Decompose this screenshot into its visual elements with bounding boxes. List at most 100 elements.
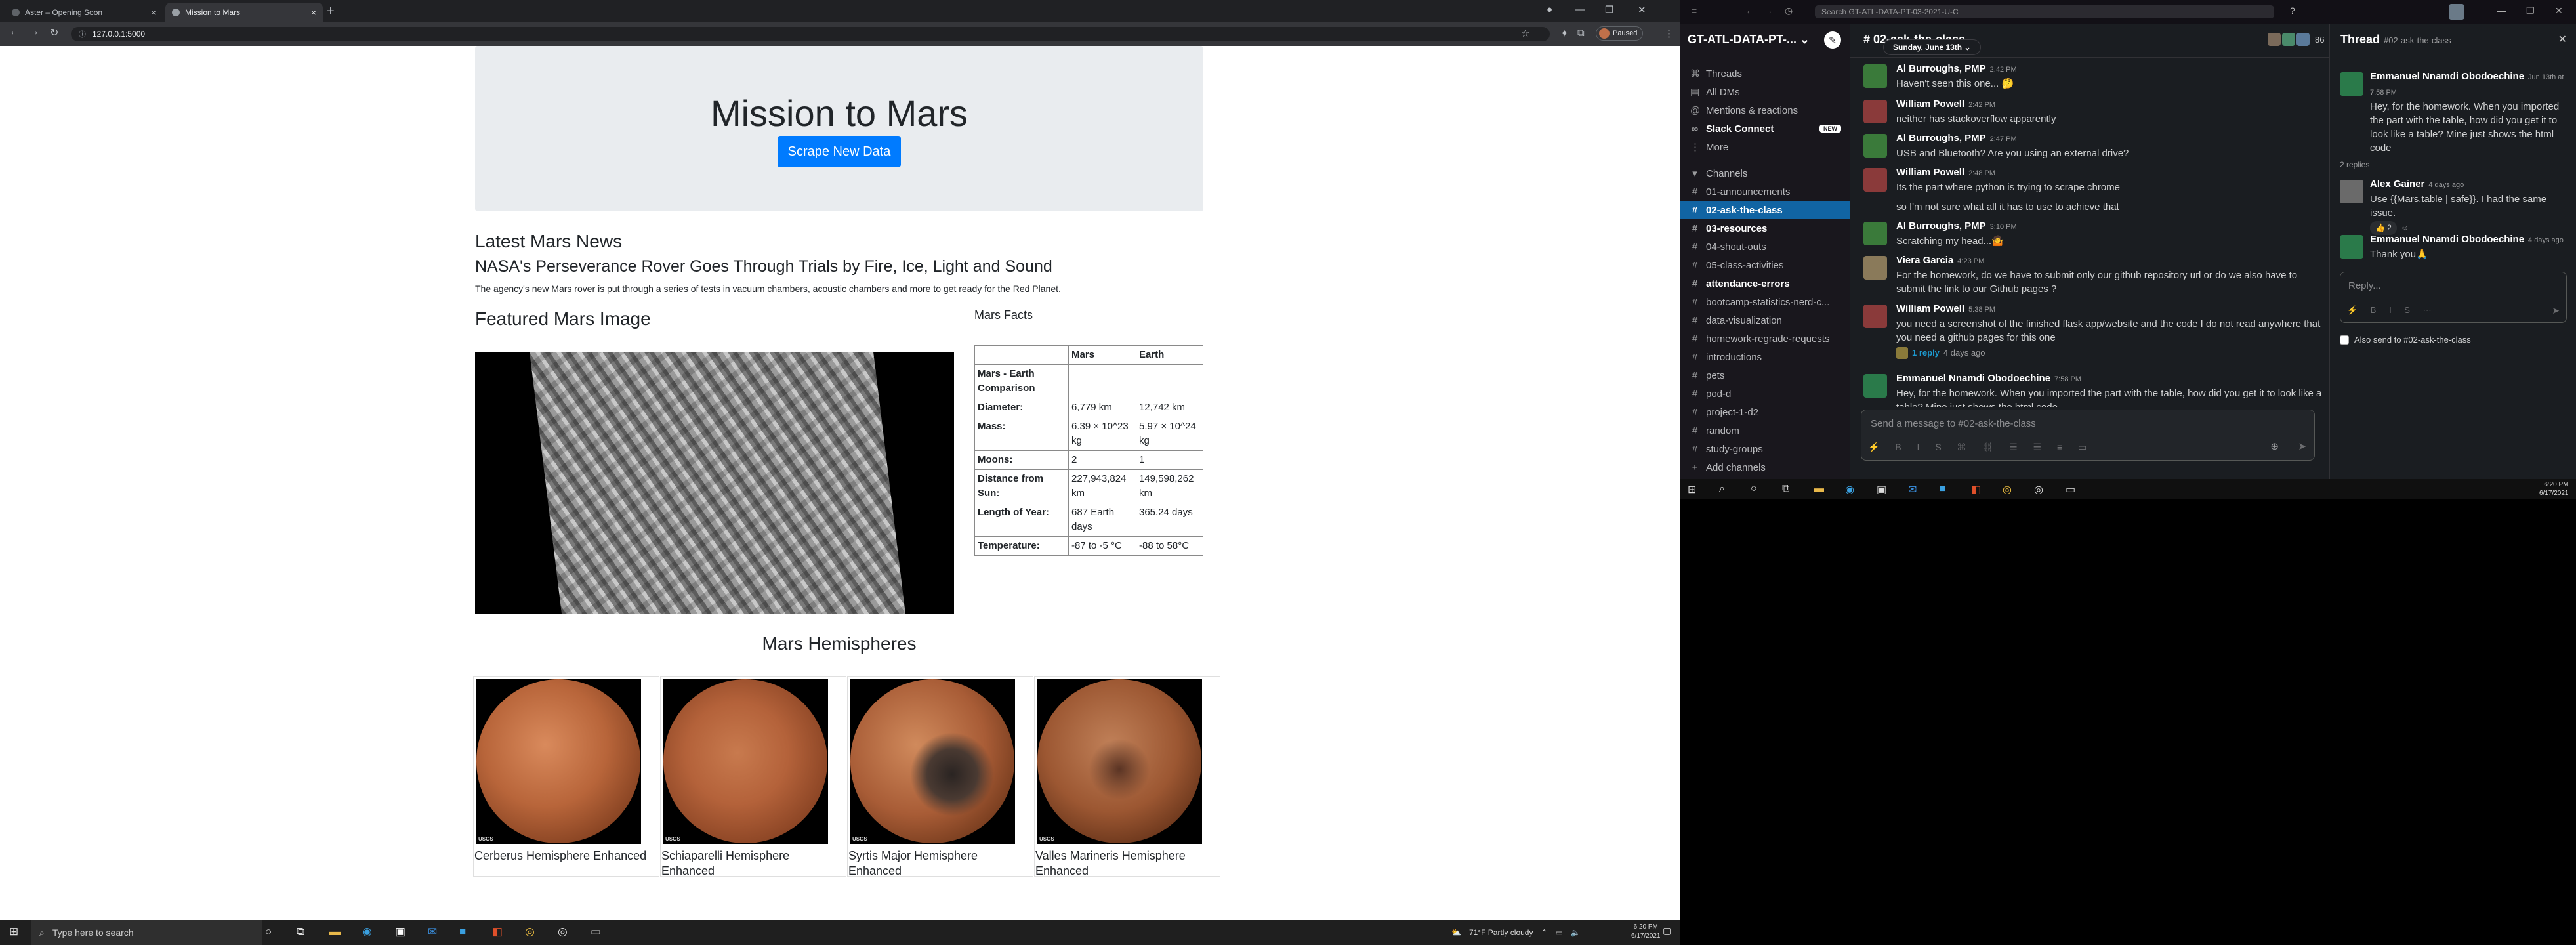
notification-icon[interactable]: ▢ xyxy=(1663,925,1671,936)
message-time[interactable]: 3:10 PM xyxy=(1990,223,2017,231)
message-author[interactable]: Al Burroughs, PMP xyxy=(1896,133,1986,144)
also-send-checkbox[interactable] xyxy=(2340,335,2349,345)
info-icon[interactable]: ⓘ xyxy=(79,29,86,39)
sidebar-item-slack-connect[interactable]: ∞ Slack Connect NEW xyxy=(1680,119,1850,138)
tray-chevron-icon[interactable]: ⌃ xyxy=(1541,928,1547,937)
close-icon[interactable]: ✕ xyxy=(2558,33,2567,46)
message[interactable]: Al Burroughs, PMP 2:42 PM Haven't seen thi… xyxy=(1850,62,2333,91)
sidebar-item-channel[interactable]: # bootcamp-statistics-nerd-c... xyxy=(1680,293,1850,311)
scrape-button[interactable]: Scrape New Data xyxy=(778,136,901,167)
avatar[interactable] xyxy=(1863,168,1887,192)
edge-icon[interactable]: ◉ xyxy=(362,925,372,938)
also-send-option[interactable]: Also send to #02-ask-the-class xyxy=(2340,335,2471,345)
message[interactable]: Viera Garcia 4:23 PM For the homework, do … xyxy=(1850,253,2333,295)
terminal-icon[interactable]: ▭ xyxy=(2066,483,2075,496)
chrome-icon[interactable]: ◎ xyxy=(525,925,535,938)
chrome-icon[interactable]: ◎ xyxy=(2003,483,2012,496)
chrome-profile-icon[interactable]: ◎ xyxy=(558,925,568,938)
taskbar-clock[interactable]: 6:20 PM 6/17/2021 xyxy=(1631,923,1661,941)
address-bar[interactable]: ⓘ 127.0.0.1:5000 xyxy=(71,27,1550,41)
avatar[interactable] xyxy=(1863,304,1887,328)
downloads-icon[interactable]: ● xyxy=(1547,4,1552,15)
thread-reply[interactable]: Emmanuel Nnamdi Obodoechine 4 days ago Tha… xyxy=(2340,232,2569,264)
avatar[interactable] xyxy=(1863,100,1887,123)
reload-icon[interactable]: ↻ xyxy=(50,26,58,39)
file-explorer-icon[interactable]: ▬ xyxy=(1814,483,1824,495)
sidebar-item-channel[interactable]: # pets xyxy=(1680,366,1850,385)
send-icon[interactable]: ➤ xyxy=(2552,305,2560,316)
network-icon[interactable]: ▭ xyxy=(1556,928,1563,937)
message-author[interactable]: Al Burroughs, PMP xyxy=(1896,220,1986,232)
thread-parent-message[interactable]: Emmanuel Nnamdi Obodoechine Jun 13th at 7… xyxy=(2340,70,2569,156)
sidebar-item-threads[interactable]: ⌘ Threads xyxy=(1680,64,1850,83)
office-icon[interactable]: ◧ xyxy=(1971,483,1981,496)
sidebar-item-channel[interactable]: # attendance-errors xyxy=(1680,274,1850,293)
back-icon[interactable]: ← xyxy=(9,26,20,38)
thread-channel[interactable]: #02-ask-the-class xyxy=(2384,35,2451,45)
tab-aster[interactable]: Aster – Opening Soon × xyxy=(5,3,163,22)
edge-icon[interactable]: ◉ xyxy=(1845,483,1854,496)
secondary-clock[interactable]: 6:20 PM 6/17/2021 xyxy=(2539,480,2569,497)
app-icon[interactable]: ■ xyxy=(1940,483,1946,495)
sidebar-item-channel[interactable]: #03-resources xyxy=(1680,219,1850,238)
avatar[interactable] xyxy=(1863,64,1887,88)
store-icon[interactable]: ▣ xyxy=(395,925,405,938)
start-icon[interactable]: ⊞ xyxy=(1688,483,1696,496)
terminal-icon[interactable]: ▭ xyxy=(591,925,601,938)
hemisphere-image[interactable]: USGS xyxy=(476,679,641,844)
tab-mission-to-mars[interactable]: Mission to Mars × xyxy=(165,3,323,22)
message[interactable]: William Powell 5:38 PM you need a screensh… xyxy=(1850,302,2333,362)
message[interactable]: Al Burroughs, PMP 3:10 PM Scratching my he… xyxy=(1850,219,2333,248)
formatting-toolbar[interactable]: ⚡ B I S ⋯ xyxy=(2347,305,2437,316)
message-composer[interactable]: Send a message to #02-ask-the-class ⚡ B … xyxy=(1861,410,2315,461)
message[interactable]: William Powell 2:48 PM Its the part where … xyxy=(1850,165,2333,213)
close-tab-icon[interactable]: × xyxy=(311,7,316,18)
message-author[interactable]: William Powell xyxy=(1896,167,1964,178)
message-time[interactable]: 2:48 PM xyxy=(1968,169,1995,177)
sidebar-item-channel[interactable]: # data-visualization xyxy=(1680,311,1850,329)
extensions-puzzle-icon[interactable]: ⧉ xyxy=(1577,28,1585,39)
taskbar-search[interactable]: ⌕ Type here to search xyxy=(31,920,262,945)
hemisphere-image[interactable]: USGS xyxy=(663,679,828,844)
member-list-button[interactable]: 86 xyxy=(2268,33,2324,46)
forward-icon[interactable]: → xyxy=(1764,5,1773,16)
message-time[interactable]: 2:42 PM xyxy=(1968,101,1995,109)
add-channels-button[interactable]: + Add channels xyxy=(1680,458,1850,476)
office-icon[interactable]: ◧ xyxy=(492,925,503,938)
chrome-profile-icon[interactable]: ◎ xyxy=(2034,483,2043,496)
avatar[interactable] xyxy=(1863,222,1887,245)
message-time[interactable]: 2:42 PM xyxy=(1990,66,2017,74)
date-divider[interactable]: Sunday, June 13th ⌄ xyxy=(1883,39,1981,55)
thread-reply-composer[interactable]: Reply... ⚡ B I S ⋯ ➤ xyxy=(2340,272,2567,323)
workspace-name[interactable]: GT-ATL-DATA-PT-... ⌄ xyxy=(1688,33,1810,47)
sidebar-item-channel[interactable]: #01-announcements xyxy=(1680,182,1850,201)
restore-icon[interactable]: ❐ xyxy=(2526,5,2535,16)
message-time[interactable]: 2:47 PM xyxy=(1990,135,2017,143)
back-icon[interactable]: ← xyxy=(1745,5,1755,16)
hemisphere-image[interactable]: USGS xyxy=(850,679,1015,844)
avatar[interactable] xyxy=(2340,72,2363,96)
sidebar-item-channel-selected[interactable]: #02-ask-the-class xyxy=(1680,201,1850,219)
cortana-icon[interactable]: ○ xyxy=(265,925,272,938)
compose-icon[interactable]: ✎ xyxy=(1824,32,1841,49)
message[interactable]: Al Burroughs, PMP 2:47 PM USB and Bluetoot… xyxy=(1850,131,2333,160)
new-tab-icon[interactable]: + xyxy=(327,4,335,19)
sidebar-item-all-dms[interactable]: ▤ All DMs xyxy=(1680,83,1850,101)
sidebar-item-channel[interactable]: #05-class-activities xyxy=(1680,256,1850,274)
thread-replies-link[interactable]: 1 reply 4 days ago xyxy=(1896,346,2323,360)
history-icon[interactable]: ◷ xyxy=(1785,5,1793,16)
bookmark-star-icon[interactable]: ☆ xyxy=(1521,28,1529,39)
minimize-icon[interactable]: — xyxy=(1575,4,1585,15)
forward-icon[interactable]: → xyxy=(29,26,39,38)
message-time[interactable]: 5:38 PM xyxy=(1968,306,1995,314)
profile-button[interactable]: Paused xyxy=(1596,26,1644,41)
volume-icon[interactable]: 🔈 xyxy=(1571,928,1581,937)
file-explorer-icon[interactable]: ▬ xyxy=(329,925,341,938)
start-icon[interactable]: ⊞ xyxy=(9,925,18,938)
avatar[interactable] xyxy=(1863,256,1887,280)
sidebar-item-channel[interactable]: # homework-regrade-requests xyxy=(1680,329,1850,348)
sidebar-item-channel[interactable]: # project-1-d2 xyxy=(1680,403,1850,421)
user-avatar[interactable] xyxy=(2449,4,2464,20)
menu-kebab-icon[interactable]: ⋮ xyxy=(1664,28,1674,39)
mail-icon[interactable]: ✉ xyxy=(1908,483,1917,496)
